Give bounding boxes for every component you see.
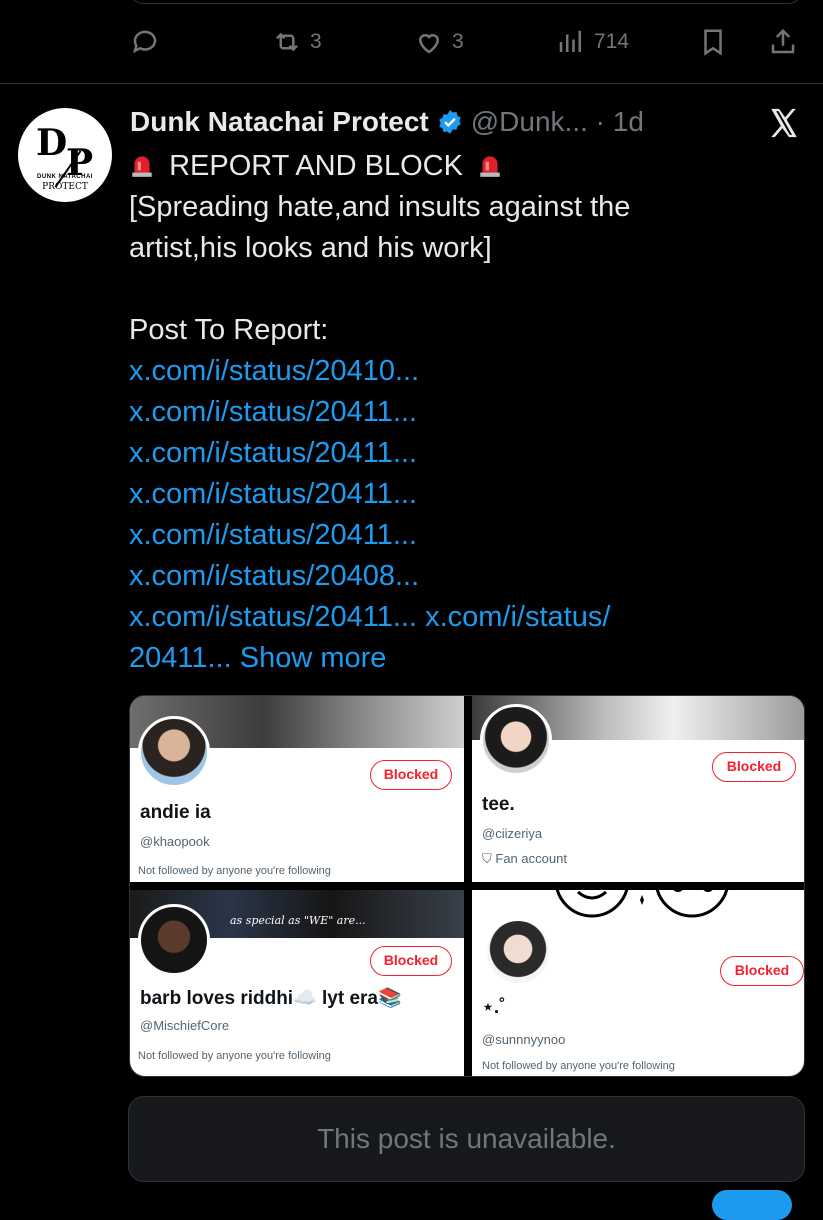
show-more-link[interactable]: Show more bbox=[240, 642, 387, 674]
media-tile-4[interactable]: Blocked ⋆.˚ @sunnnyynoo Not followed by … bbox=[472, 890, 804, 1076]
status-link[interactable]: x.com/i/status/ bbox=[425, 601, 610, 633]
profile-avatar bbox=[480, 704, 552, 776]
status-link[interactable]: x.com/i/status/20408... bbox=[129, 560, 419, 592]
logo-letter-d: D bbox=[36, 122, 68, 164]
views-icon bbox=[559, 30, 581, 52]
logo-line1: DUNK NATACHAI bbox=[37, 174, 93, 180]
follow-note: Not followed by anyone you're following bbox=[138, 865, 331, 877]
blocked-button[interactable]: Blocked bbox=[720, 956, 804, 986]
status-link[interactable]: 20411... bbox=[129, 642, 232, 674]
compose-button-edge[interactable] bbox=[712, 1190, 792, 1220]
post-body: REPORT AND BLOCK [Spreading hate,and ins… bbox=[129, 146, 729, 679]
post-header: Dunk Natachai Protect @Dunk... · 1d bbox=[130, 104, 644, 140]
reason-text: [Spreading hate,and insults against the … bbox=[129, 191, 631, 264]
status-link[interactable]: x.com/i/status/20411... bbox=[129, 437, 417, 469]
profile-name: tee. bbox=[482, 794, 515, 815]
bookmark-button[interactable] bbox=[698, 22, 728, 62]
share-button[interactable] bbox=[768, 22, 798, 62]
profile-handle: @khaopook bbox=[140, 834, 210, 849]
post-divider bbox=[0, 83, 823, 84]
profile-avatar bbox=[138, 904, 210, 976]
share-icon bbox=[771, 28, 795, 54]
post-media-grid[interactable]: Blocked andie ia @khaopook Not followed … bbox=[129, 695, 805, 1077]
reply-button[interactable] bbox=[130, 22, 160, 62]
author-display-name[interactable]: Dunk Natachai Protect bbox=[130, 106, 429, 138]
fan-account-text: Fan account bbox=[495, 851, 567, 866]
like-count: 3 bbox=[452, 30, 464, 53]
heart-icon bbox=[418, 34, 440, 54]
repost-icon bbox=[276, 32, 298, 52]
profile-name: ⋆.˚ bbox=[482, 997, 506, 1018]
siren-icon bbox=[480, 156, 500, 177]
previous-post-card-edge bbox=[128, 0, 804, 4]
previous-post-actions: 3 3 714 bbox=[128, 22, 808, 62]
report-label: Post To Report: bbox=[129, 314, 329, 346]
media-tile-1[interactable]: Blocked andie ia @khaopook Not followed … bbox=[130, 696, 464, 882]
views-count: 714 bbox=[594, 30, 630, 53]
repost-button[interactable]: 3 bbox=[272, 22, 322, 62]
logo-line2: PROTECT bbox=[42, 182, 88, 192]
siren-icon bbox=[132, 156, 152, 177]
status-link[interactable]: x.com/i/status/20411... bbox=[129, 396, 417, 428]
status-link[interactable]: x.com/i/status/20411... bbox=[129, 601, 417, 633]
status-link[interactable]: x.com/i/status/20411... bbox=[129, 478, 417, 510]
blocked-button[interactable]: Blocked bbox=[712, 752, 796, 782]
shield-icon: ⛉ bbox=[482, 851, 492, 866]
author-handle-time[interactable]: @Dunk... · 1d bbox=[471, 106, 644, 138]
like-button[interactable]: 3 bbox=[414, 22, 464, 62]
verified-badge-icon bbox=[439, 110, 461, 134]
profile-avatar bbox=[138, 716, 210, 788]
profile-handle: @sunnnyynoo bbox=[482, 1032, 566, 1047]
profile-name: barb loves riddhi☁️ lyt era📚 bbox=[140, 988, 402, 1009]
media-tile-3[interactable]: as special as "WE" are... Blocked barb l… bbox=[130, 890, 464, 1076]
smiley-doodles-icon bbox=[555, 890, 729, 918]
fan-account-label: ⛉ Fan account bbox=[482, 851, 567, 867]
repost-count: 3 bbox=[310, 30, 322, 53]
bookmark-icon bbox=[704, 29, 722, 56]
follow-note: Not followed by anyone you're following bbox=[138, 1050, 331, 1062]
follow-note: Not followed by anyone you're following bbox=[482, 1060, 675, 1072]
heading-line: REPORT AND BLOCK bbox=[129, 146, 729, 187]
views-button[interactable]: 714 bbox=[556, 22, 629, 62]
report-heading: REPORT AND BLOCK bbox=[169, 150, 463, 182]
status-link[interactable]: x.com/i/status/20410... bbox=[129, 355, 419, 387]
profile-handle: @MischiefCore bbox=[140, 1018, 230, 1033]
author-avatar[interactable]: D P DUNK NATACHAI PROTECT bbox=[18, 108, 112, 202]
reply-icon bbox=[133, 30, 157, 54]
status-link[interactable]: x.com/i/status/20411... bbox=[129, 519, 417, 551]
unavailable-text: This post is unavailable. bbox=[317, 1123, 616, 1154]
media-tile-2[interactable]: Blocked tee. @ciizeriya ⛉ Fan account bbox=[472, 696, 804, 882]
blocked-button[interactable]: Blocked bbox=[370, 946, 452, 976]
profile-handle: @ciizeriya bbox=[482, 826, 543, 841]
profile-avatar bbox=[484, 918, 552, 986]
blocked-button[interactable]: Blocked bbox=[370, 760, 452, 790]
profile-name: andie ia bbox=[140, 802, 211, 823]
banner-caption: as special as "WE" are... bbox=[230, 914, 366, 927]
unavailable-quote-card: This post is unavailable. bbox=[128, 1096, 805, 1182]
x-logo-icon[interactable] bbox=[766, 106, 802, 140]
